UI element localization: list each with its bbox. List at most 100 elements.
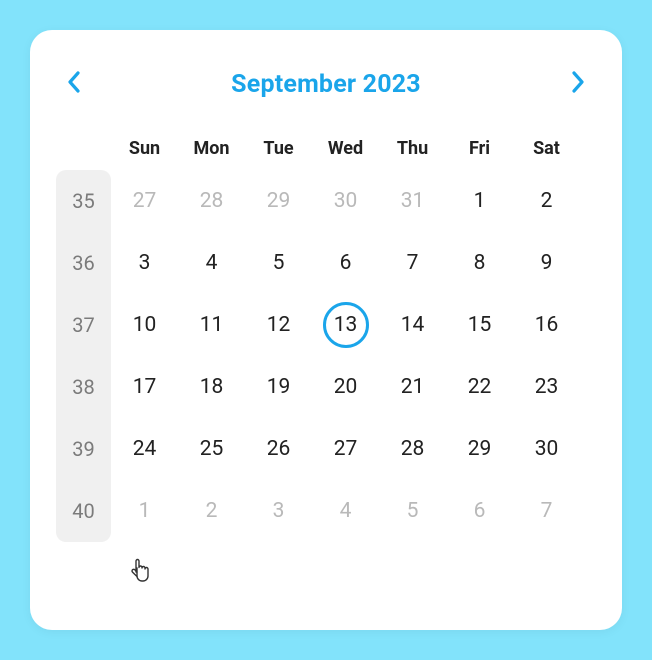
- next-month-button[interactable]: [560, 66, 596, 102]
- calendar-day[interactable]: 3: [245, 480, 312, 542]
- day-number: 1: [122, 488, 168, 534]
- weekday-header: Tue: [245, 126, 312, 170]
- day-number: 14: [390, 302, 436, 348]
- calendar-grid: Sun Mon Tue Wed Thu Fri Sat 352728293031…: [56, 126, 596, 542]
- day-number: 29: [256, 178, 302, 224]
- day-number: 6: [323, 240, 369, 286]
- calendar-day[interactable]: 9: [513, 232, 580, 294]
- calendar-day[interactable]: 2: [178, 480, 245, 542]
- calendar-day[interactable]: 14: [379, 294, 446, 356]
- calendar-day[interactable]: 29: [245, 170, 312, 232]
- day-number: 3: [122, 240, 168, 286]
- calendar-week-row: 35272829 30 3112: [56, 170, 596, 232]
- calendar-day[interactable]: 31: [379, 170, 446, 232]
- day-number: 7: [524, 488, 570, 534]
- calendar-week-row: 3817 181920 21 22 23: [56, 356, 596, 418]
- calendar-day[interactable]: 25: [178, 418, 245, 480]
- calendar-day[interactable]: 23: [513, 356, 580, 418]
- calendar-day[interactable]: 11: [178, 294, 245, 356]
- day-number: 20: [323, 364, 369, 410]
- day-number: 15: [457, 302, 503, 348]
- calendar-day[interactable]: 6: [446, 480, 513, 542]
- prev-month-button[interactable]: [56, 66, 92, 102]
- calendar-day-today[interactable]: 13: [312, 294, 379, 356]
- calendar-day[interactable]: 5: [379, 480, 446, 542]
- calendar-day[interactable]: 3: [111, 232, 178, 294]
- calendar-day[interactable]: 1: [446, 170, 513, 232]
- calendar-day[interactable]: 29: [446, 418, 513, 480]
- calendar-day[interactable]: 6: [312, 232, 379, 294]
- calendar-day[interactable]: 4: [178, 232, 245, 294]
- weekday-header: Fri: [446, 126, 513, 170]
- calendar-day[interactable]: 18: [178, 356, 245, 418]
- chevron-right-icon: [570, 70, 586, 98]
- calendar-day[interactable]: 21: [379, 356, 446, 418]
- day-number: 30: [323, 178, 369, 224]
- calendar-week-row: 371011 12 13 14 1516: [56, 294, 596, 356]
- day-number: 22: [457, 364, 503, 410]
- week-number[interactable]: 38: [56, 356, 111, 418]
- calendar-day[interactable]: 1: [111, 480, 178, 542]
- day-number: 12: [256, 302, 302, 348]
- calendar-day[interactable]: 24: [111, 418, 178, 480]
- week-number-header: [56, 126, 111, 170]
- weekday-header: Thu: [379, 126, 446, 170]
- calendar-day[interactable]: 30: [513, 418, 580, 480]
- weekday-header: Sun: [111, 126, 178, 170]
- day-number: 27: [323, 426, 369, 472]
- calendar-day[interactable]: 7: [379, 232, 446, 294]
- calendar-day[interactable]: 27: [111, 170, 178, 232]
- calendar-week-row: 392425 26 27 28 29 30: [56, 418, 596, 480]
- week-number[interactable]: 40: [56, 480, 111, 542]
- calendar-day[interactable]: 12: [245, 294, 312, 356]
- calendar-day[interactable]: 28: [379, 418, 446, 480]
- page-background: September 2023 Sun Mon Tue Wed Thu Fri S…: [0, 0, 652, 660]
- day-number: 23: [524, 364, 570, 410]
- calendar-day[interactable]: 17: [111, 356, 178, 418]
- week-number[interactable]: 37: [56, 294, 111, 356]
- day-number: 17: [122, 364, 168, 410]
- calendar-week-row: 401234567: [56, 480, 596, 542]
- calendar-day[interactable]: 20: [312, 356, 379, 418]
- day-number: 9: [524, 240, 570, 286]
- month-year-title[interactable]: September 2023: [231, 70, 421, 99]
- calendar-day[interactable]: 2: [513, 170, 580, 232]
- day-number: 18: [189, 364, 235, 410]
- day-number: 25: [189, 426, 235, 472]
- calendar-day[interactable]: 10: [111, 294, 178, 356]
- calendar-day[interactable]: 16: [513, 294, 580, 356]
- day-number: 11: [189, 302, 235, 348]
- week-number[interactable]: 36: [56, 232, 111, 294]
- day-number: 28: [390, 426, 436, 472]
- chevron-left-icon: [66, 70, 82, 98]
- weekday-header: Wed: [312, 126, 379, 170]
- day-number: 2: [189, 488, 235, 534]
- day-number: 8: [457, 240, 503, 286]
- day-number: 21: [390, 364, 436, 410]
- calendar-day[interactable]: 7: [513, 480, 580, 542]
- calendar-day[interactable]: 15: [446, 294, 513, 356]
- week-number[interactable]: 35: [56, 170, 111, 232]
- calendar-header: September 2023: [56, 66, 596, 102]
- calendar-day[interactable]: 19: [245, 356, 312, 418]
- week-number[interactable]: 39: [56, 418, 111, 480]
- day-number: 30: [524, 426, 570, 472]
- day-number: 13: [323, 302, 369, 348]
- weekday-header: Mon: [178, 126, 245, 170]
- calendar-day[interactable]: 28: [178, 170, 245, 232]
- day-number: 3: [256, 488, 302, 534]
- day-number: 27: [122, 178, 168, 224]
- calendar-day[interactable]: 30: [312, 170, 379, 232]
- weekday-header-row: Sun Mon Tue Wed Thu Fri Sat: [56, 126, 596, 170]
- weekday-header: Sat: [513, 126, 580, 170]
- day-number: 31: [390, 178, 436, 224]
- calendar-day[interactable]: 8: [446, 232, 513, 294]
- calendar-day[interactable]: 4: [312, 480, 379, 542]
- calendar-day[interactable]: 27: [312, 418, 379, 480]
- calendar-day[interactable]: 22: [446, 356, 513, 418]
- day-number: 26: [256, 426, 302, 472]
- day-number: 2: [524, 178, 570, 224]
- calendar-day[interactable]: 5: [245, 232, 312, 294]
- calendar-day[interactable]: 26: [245, 418, 312, 480]
- day-number: 29: [457, 426, 503, 472]
